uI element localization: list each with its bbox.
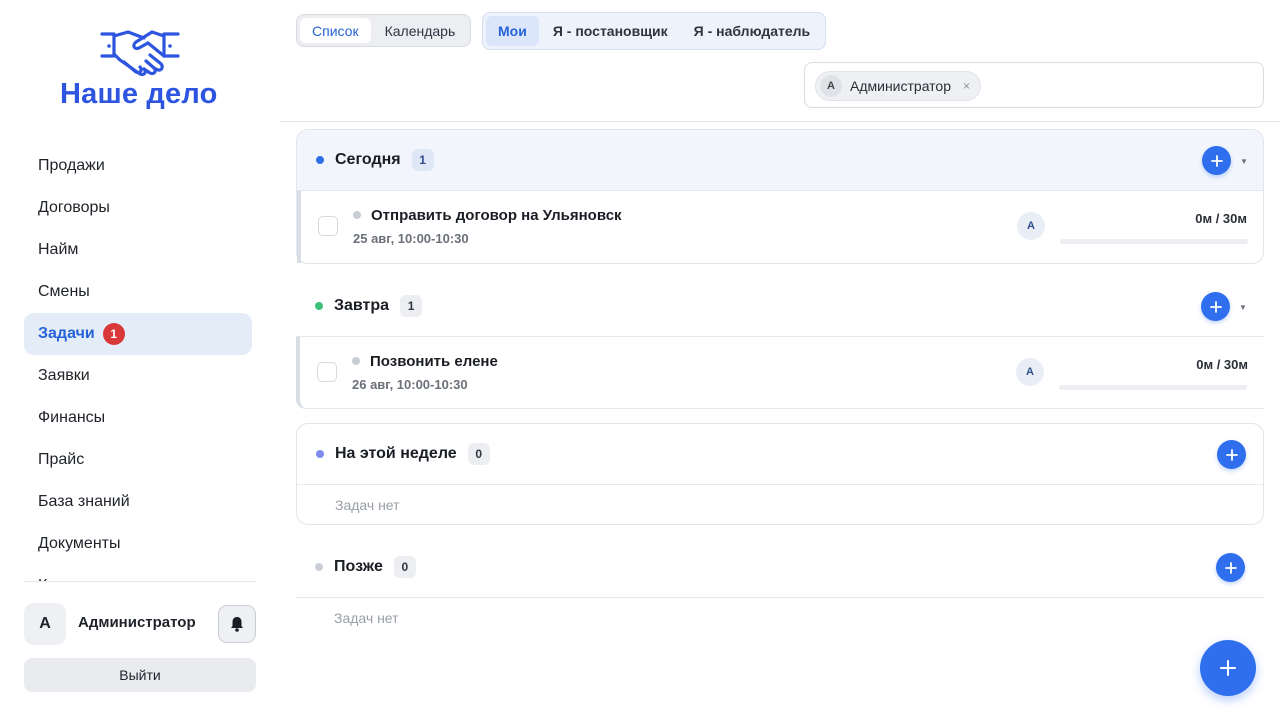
task-group-today: Сегодня 1 ▼ Отправить договор на Ульянов… [296,129,1264,264]
status-dot [316,156,324,164]
logout-button[interactable]: Выйти [24,658,256,692]
sidebar-item-contracts[interactable]: Договоры [24,187,252,229]
sidebar-item-finance[interactable]: Финансы [24,397,252,439]
sidebar-item-label: Договоры [38,199,110,216]
sidebar-item-label: Задачи [38,325,95,342]
add-task-button[interactable] [1201,292,1230,321]
tab-observer[interactable]: Я - наблюдатель [682,16,823,46]
priority-dot [353,211,361,219]
add-task-button[interactable] [1217,440,1246,469]
count-badge: 1 [400,295,423,317]
role-filter: Мои Я - постановщик Я - наблюдатель [482,12,827,50]
count-badge: 0 [393,556,416,578]
sidebar-item-tasks[interactable]: Задачи 1 [24,313,252,355]
count-badge: 0 [467,443,490,465]
add-task-button[interactable] [1202,146,1231,175]
task-checkbox[interactable] [318,216,338,236]
sidebar-item-hiring[interactable]: Найм [24,229,252,271]
task-row[interactable]: Отправить договор на Ульяновск 25 авг, 1… [297,191,1263,263]
avatar: A [1016,358,1044,386]
plus-icon [1224,561,1237,574]
divider [24,581,256,582]
avatar: A [1017,212,1045,240]
chevron-down-icon[interactable]: ▼ [1240,157,1248,166]
time-tracked: 0м / 30м [1196,357,1248,372]
group-title: Завтра [334,297,390,314]
status-dot [316,450,324,458]
avatar[interactable]: A [24,603,66,645]
sidebar-item-sales[interactable]: Продажи [24,145,252,187]
plus-icon [1220,660,1236,676]
plus-icon [1225,448,1238,461]
tab-list[interactable]: Список [300,18,371,43]
notifications-button[interactable] [218,605,256,643]
sidebar-item-label: Смены [38,283,90,300]
group-title: Сегодня [335,151,401,168]
notification-badge: 1 [102,323,125,345]
sidebar-item-label: База знаний [38,493,130,510]
count-badge: 1 [411,149,434,171]
task-group-later: Позже 0 Задач нет [296,537,1264,638]
task-title[interactable]: Позвонить елене [370,353,498,370]
chevron-down-icon[interactable]: ▼ [1239,303,1247,312]
user-name: Администратор [78,614,196,631]
task-checkbox[interactable] [317,362,337,382]
sidebar-item-knowledge-base[interactable]: База знаний [24,481,252,523]
assignee-chip[interactable]: A Администратор × [815,71,982,101]
add-task-button[interactable] [1216,553,1245,582]
logo[interactable]: Наше дело [60,26,220,112]
empty-state: Задач нет [335,497,400,513]
plus-icon [1209,300,1222,313]
divider [280,121,1280,122]
sidebar-item-price[interactable]: Прайс [24,439,252,481]
sidebar-item-partial[interactable]: К [24,565,252,582]
assignee-filter-field[interactable]: A Администратор × [804,62,1264,108]
group-header[interactable]: Позже 0 [296,537,1264,598]
chip-label: Администратор [850,78,952,94]
task-group-tomorrow: Завтра 1 ▼ Позвонить елене 26 авг, 10:00… [296,276,1264,409]
sidebar-item-label: Заявки [38,367,90,384]
priority-dot [352,357,360,365]
group-title: Позже [334,558,383,575]
sidebar: Наше дело Продажи Договоры Найм Смены За… [0,0,280,720]
plus-icon [1210,154,1223,167]
tab-mine[interactable]: Мои [486,16,539,46]
group-header[interactable]: На этой неделе 0 [297,424,1263,485]
task-date: 25 авг, 10:00-10:30 [353,231,469,246]
brand-name: Наше дело [60,78,218,110]
progress-bar [1060,239,1248,244]
sidebar-item-label: Прайс [38,451,85,468]
tab-calendar[interactable]: Календарь [373,18,468,43]
avatar: A [820,75,842,97]
task-group-this-week: На этой неделе 0 Задач нет [296,423,1264,525]
progress-bar [1059,385,1247,390]
sidebar-item-documents[interactable]: Документы [24,523,252,565]
view-switcher: Список Календарь [296,14,472,47]
sidebar-item-shifts[interactable]: Смены [24,271,252,313]
group-header[interactable]: Сегодня 1 ▼ [297,130,1263,191]
sidebar-nav: Продажи Договоры Найм Смены Задачи 1 Заяв… [24,145,252,582]
task-date: 26 авг, 10:00-10:30 [352,377,468,392]
handshake-icon [100,30,180,77]
time-tracked: 0м / 30м [1195,211,1247,226]
status-dot [315,302,323,310]
empty-state: Задач нет [334,610,399,626]
task-row[interactable]: Позвонить елене 26 авг, 10:00-10:30 A 0м… [296,337,1264,409]
create-task-fab[interactable] [1200,640,1256,696]
status-dot [315,563,323,571]
sidebar-item-label: Документы [38,535,121,552]
tab-assigner[interactable]: Я - постановщик [541,16,680,46]
sidebar-item-label: Финансы [38,409,106,426]
bell-icon [231,617,243,632]
task-title[interactable]: Отправить договор на Ульяновск [371,207,622,224]
sidebar-item-requests[interactable]: Заявки [24,355,252,397]
close-icon[interactable]: × [963,79,970,93]
group-header[interactable]: Завтра 1 ▼ [296,276,1264,337]
group-title: На этой неделе [335,445,457,462]
sidebar-item-label: Продажи [38,157,105,174]
sidebar-item-label: Найм [38,241,79,258]
